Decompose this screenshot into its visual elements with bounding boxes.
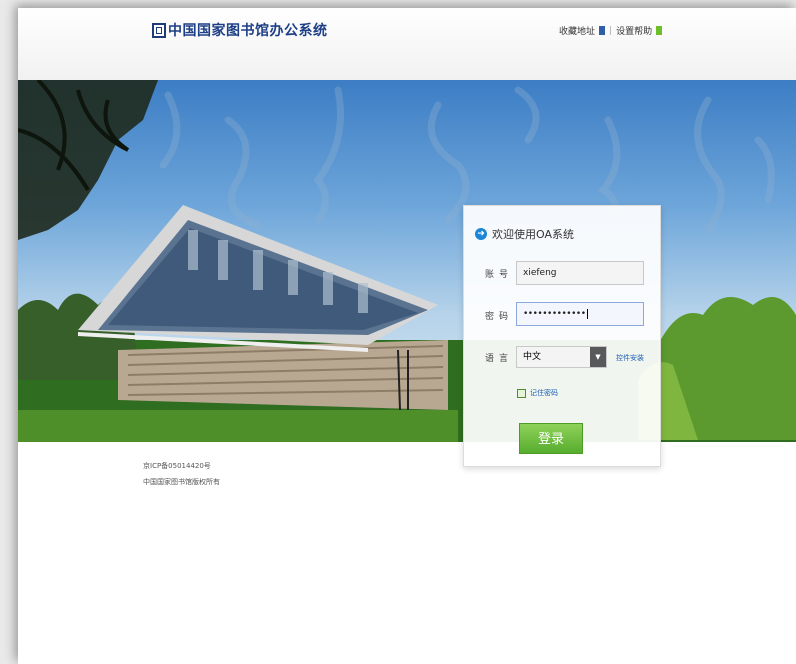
browser-page: 中国国家图书馆办公系统 收藏地址 | 设置帮助 京ICP备05014420号 中… [18,8,796,664]
login-panel: ➜ 欢迎使用OA系统 账号 xiefeng 密码 ••••••••••••• 语… [463,205,661,467]
language-select[interactable]: 中文 ▼ [516,346,607,368]
help-icon[interactable] [656,26,663,35]
library-logo-icon [152,22,166,38]
remember-checkbox[interactable] [517,388,526,398]
login-title-text: 欢迎使用OA系统 [492,228,574,241]
brand: 中国国家图书馆办公系统 [152,20,328,40]
plugin-install-link[interactable]: 控件安装 [616,353,644,363]
top-links: 收藏地址 | 设置帮助 [559,24,663,37]
icp-number: 京ICP备05014420号 [143,462,211,470]
footer-info: 京ICP备05014420号 中国国家图书馆版权所有 [143,458,220,490]
site-header: 中国国家图书馆办公系统 收藏地址 | 设置帮助 [18,8,796,80]
password-input[interactable]: ••••••••••••• [516,302,644,326]
site-title: 中国国家图书馆办公系统 [168,23,328,39]
help-link[interactable]: 设置帮助 [616,24,652,37]
login-button[interactable]: 登录 [519,423,583,454]
bookmark-link[interactable]: 收藏地址 [559,24,595,37]
hero-banner [18,80,796,442]
link-separator: | [609,25,613,36]
text-caret [586,308,588,319]
remember-password[interactable]: 记住密码 [517,388,558,398]
chevron-down-icon[interactable]: ▼ [590,347,606,367]
language-label: 语言 [485,354,514,364]
remember-label[interactable]: 记住密码 [530,388,558,398]
copyright-text: 中国国家图书馆版权所有 [143,478,220,486]
language-value: 中文 [523,352,542,362]
arrow-right-icon: ➜ [475,228,487,240]
bookmark-icon[interactable] [599,26,606,35]
login-title: ➜ 欢迎使用OA系统 [475,226,574,242]
account-input[interactable]: xiefeng [516,261,644,285]
library-building-photo [18,80,796,442]
password-label: 密码 [485,312,514,322]
account-label: 账号 [485,270,514,280]
password-value: ••••••••••••• [523,309,586,319]
